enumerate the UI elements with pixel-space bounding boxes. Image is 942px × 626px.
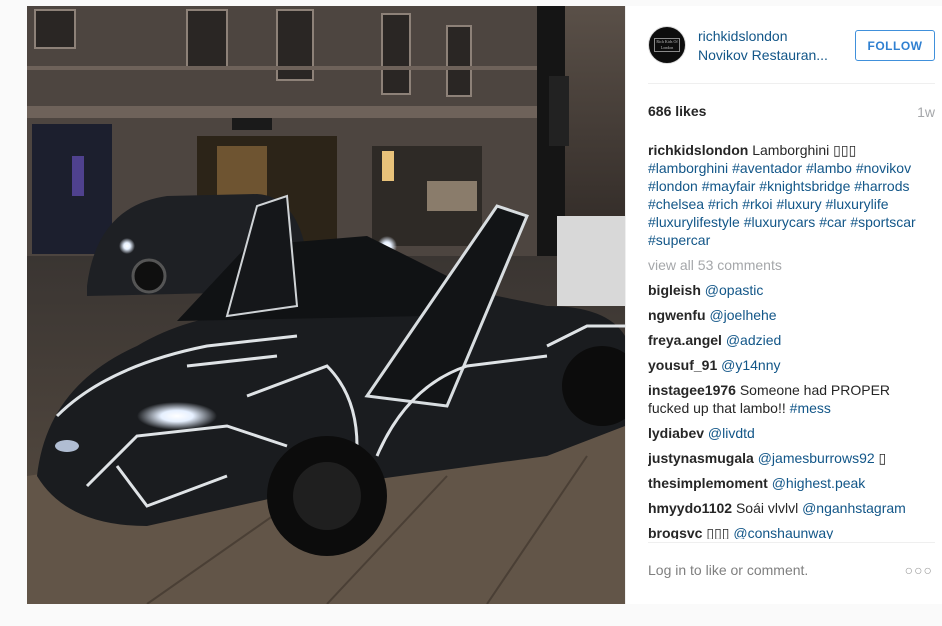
comment-user[interactable]: hmyydo1102 [648, 500, 732, 516]
hashtag-link[interactable]: #luxurylifestyle [648, 214, 740, 230]
caption-tags: #lamborghini #aventador #lambo #novikov … [648, 160, 916, 248]
comment-item: lydiabev @livdtd [648, 424, 935, 442]
post-sidebar: Rich Kids Of London richkidslondon Novik… [625, 6, 942, 604]
hashtag-link[interactable]: #sportscar [850, 214, 915, 230]
avatar[interactable]: Rich Kids Of London [648, 26, 686, 64]
comment-mention[interactable]: @joelhehe [709, 307, 776, 323]
comment-mention[interactable]: @y14nny [721, 357, 780, 373]
comment-mention[interactable]: @adzied [726, 332, 781, 348]
comment-item: hmyydo1102 Soái vlvlvl @nganhstagram [648, 499, 935, 517]
username-link[interactable]: richkidslondon [698, 28, 788, 44]
hashtag-link[interactable]: #novikov [856, 160, 911, 176]
hashtag-link[interactable]: #luxurycars [744, 214, 816, 230]
hashtag-link[interactable]: #lamborghini [648, 160, 728, 176]
hashtag-link[interactable]: #harrods [854, 178, 909, 194]
comment-user[interactable]: bigleish [648, 282, 701, 298]
comment-prefix: ▯▯▯ [706, 525, 730, 539]
comment-item: bigleish @opastic [648, 281, 935, 299]
follow-button[interactable]: FOLLOW [855, 30, 935, 61]
comment-item: ngwenfu @joelhehe [648, 306, 935, 324]
comment-user[interactable]: ngwenfu [648, 307, 706, 323]
comment-user[interactable]: lydiabev [648, 425, 704, 441]
comment-item: instagee1976 Someone had PROPER fucked u… [648, 381, 935, 417]
hashtag-link[interactable]: #rich [708, 196, 738, 212]
caption: richkidslondon Lamborghini ▯▯▯ #lamborgh… [648, 141, 935, 249]
post-card: Rich Kids Of London richkidslondon Novik… [27, 6, 942, 604]
footer-divider [648, 542, 935, 543]
avatar-logo: Rich Kids Of London [654, 38, 680, 52]
comment-mention[interactable]: @jamesburrows92 [758, 450, 875, 466]
view-all-comments[interactable]: view all 53 comments [648, 256, 935, 274]
comment-user[interactable]: brogsvc [648, 525, 702, 539]
comment-mention[interactable]: @nganhstagram [802, 500, 906, 516]
ellipsis-icon[interactable]: ○○○ [905, 562, 933, 578]
hashtag-link[interactable]: #luxurylife [825, 196, 888, 212]
comment-mention[interactable]: @conshaunway [733, 525, 833, 539]
likes-count[interactable]: 686 likes [648, 103, 706, 119]
caption-user[interactable]: richkidslondon [648, 142, 748, 158]
comment-item: yousuf_91 @y14nny [648, 356, 935, 374]
hashtag-link[interactable]: #knightsbridge [759, 178, 850, 194]
comment-suffix: ▯ [878, 450, 887, 466]
hashtag-link[interactable]: #chelsea [648, 196, 704, 212]
post-header: Rich Kids Of London richkidslondon Novik… [648, 24, 935, 68]
comment-mention[interactable]: @opastic [705, 282, 764, 298]
hashtag-link[interactable]: #luxury [776, 196, 821, 212]
hashtag-link[interactable]: #mayfair [702, 178, 756, 194]
comment-user[interactable]: freya.angel [648, 332, 722, 348]
likes-row: 686 likes 1w [648, 103, 935, 123]
caption-text: Lamborghini ▯▯▯ [752, 142, 857, 158]
hashtag-link[interactable]: #mess [790, 400, 831, 416]
location-link[interactable]: Novikov Restauran... [698, 47, 828, 63]
comment-item: justynasmugala @jamesburrows92 ▯ [648, 449, 935, 467]
login-link[interactable]: Log in to like or comment. [648, 562, 808, 578]
comment-user[interactable]: justynasmugala [648, 450, 754, 466]
comment-user[interactable]: thesimplemoment [648, 475, 768, 491]
comment-user[interactable]: yousuf_91 [648, 357, 717, 373]
header-divider [648, 83, 935, 84]
hashtag-link[interactable]: #supercar [648, 232, 710, 248]
hashtag-link[interactable]: #rkoi [742, 196, 772, 212]
comment-mention[interactable]: @highest.peak [772, 475, 866, 491]
comments-list[interactable]: richkidslondon Lamborghini ▯▯▯ #lamborgh… [648, 141, 935, 539]
car-photo-illustration [27, 6, 625, 604]
comment-text: Soái vlvlvl [735, 500, 799, 516]
comment-user[interactable]: instagee1976 [648, 382, 736, 398]
comment-item: thesimplemoment @highest.peak [648, 474, 935, 492]
hashtag-link[interactable]: #car [819, 214, 846, 230]
comment-item: brogsvc ▯▯▯ @conshaunway [648, 524, 935, 539]
hashtag-link[interactable]: #london [648, 178, 698, 194]
hashtag-link[interactable]: #aventador [732, 160, 802, 176]
hashtag-link[interactable]: #lambo [806, 160, 852, 176]
login-row: Log in to like or comment. ○○○ [648, 554, 935, 584]
post-time[interactable]: 1w [917, 104, 935, 120]
comment-mention[interactable]: @livdtd [708, 425, 755, 441]
post-photo[interactable] [27, 6, 625, 604]
comment-items: bigleish @opastic ngwenfu @joelhehe freya.… [648, 281, 935, 539]
comment-item: freya.angel @adzied [648, 331, 935, 349]
